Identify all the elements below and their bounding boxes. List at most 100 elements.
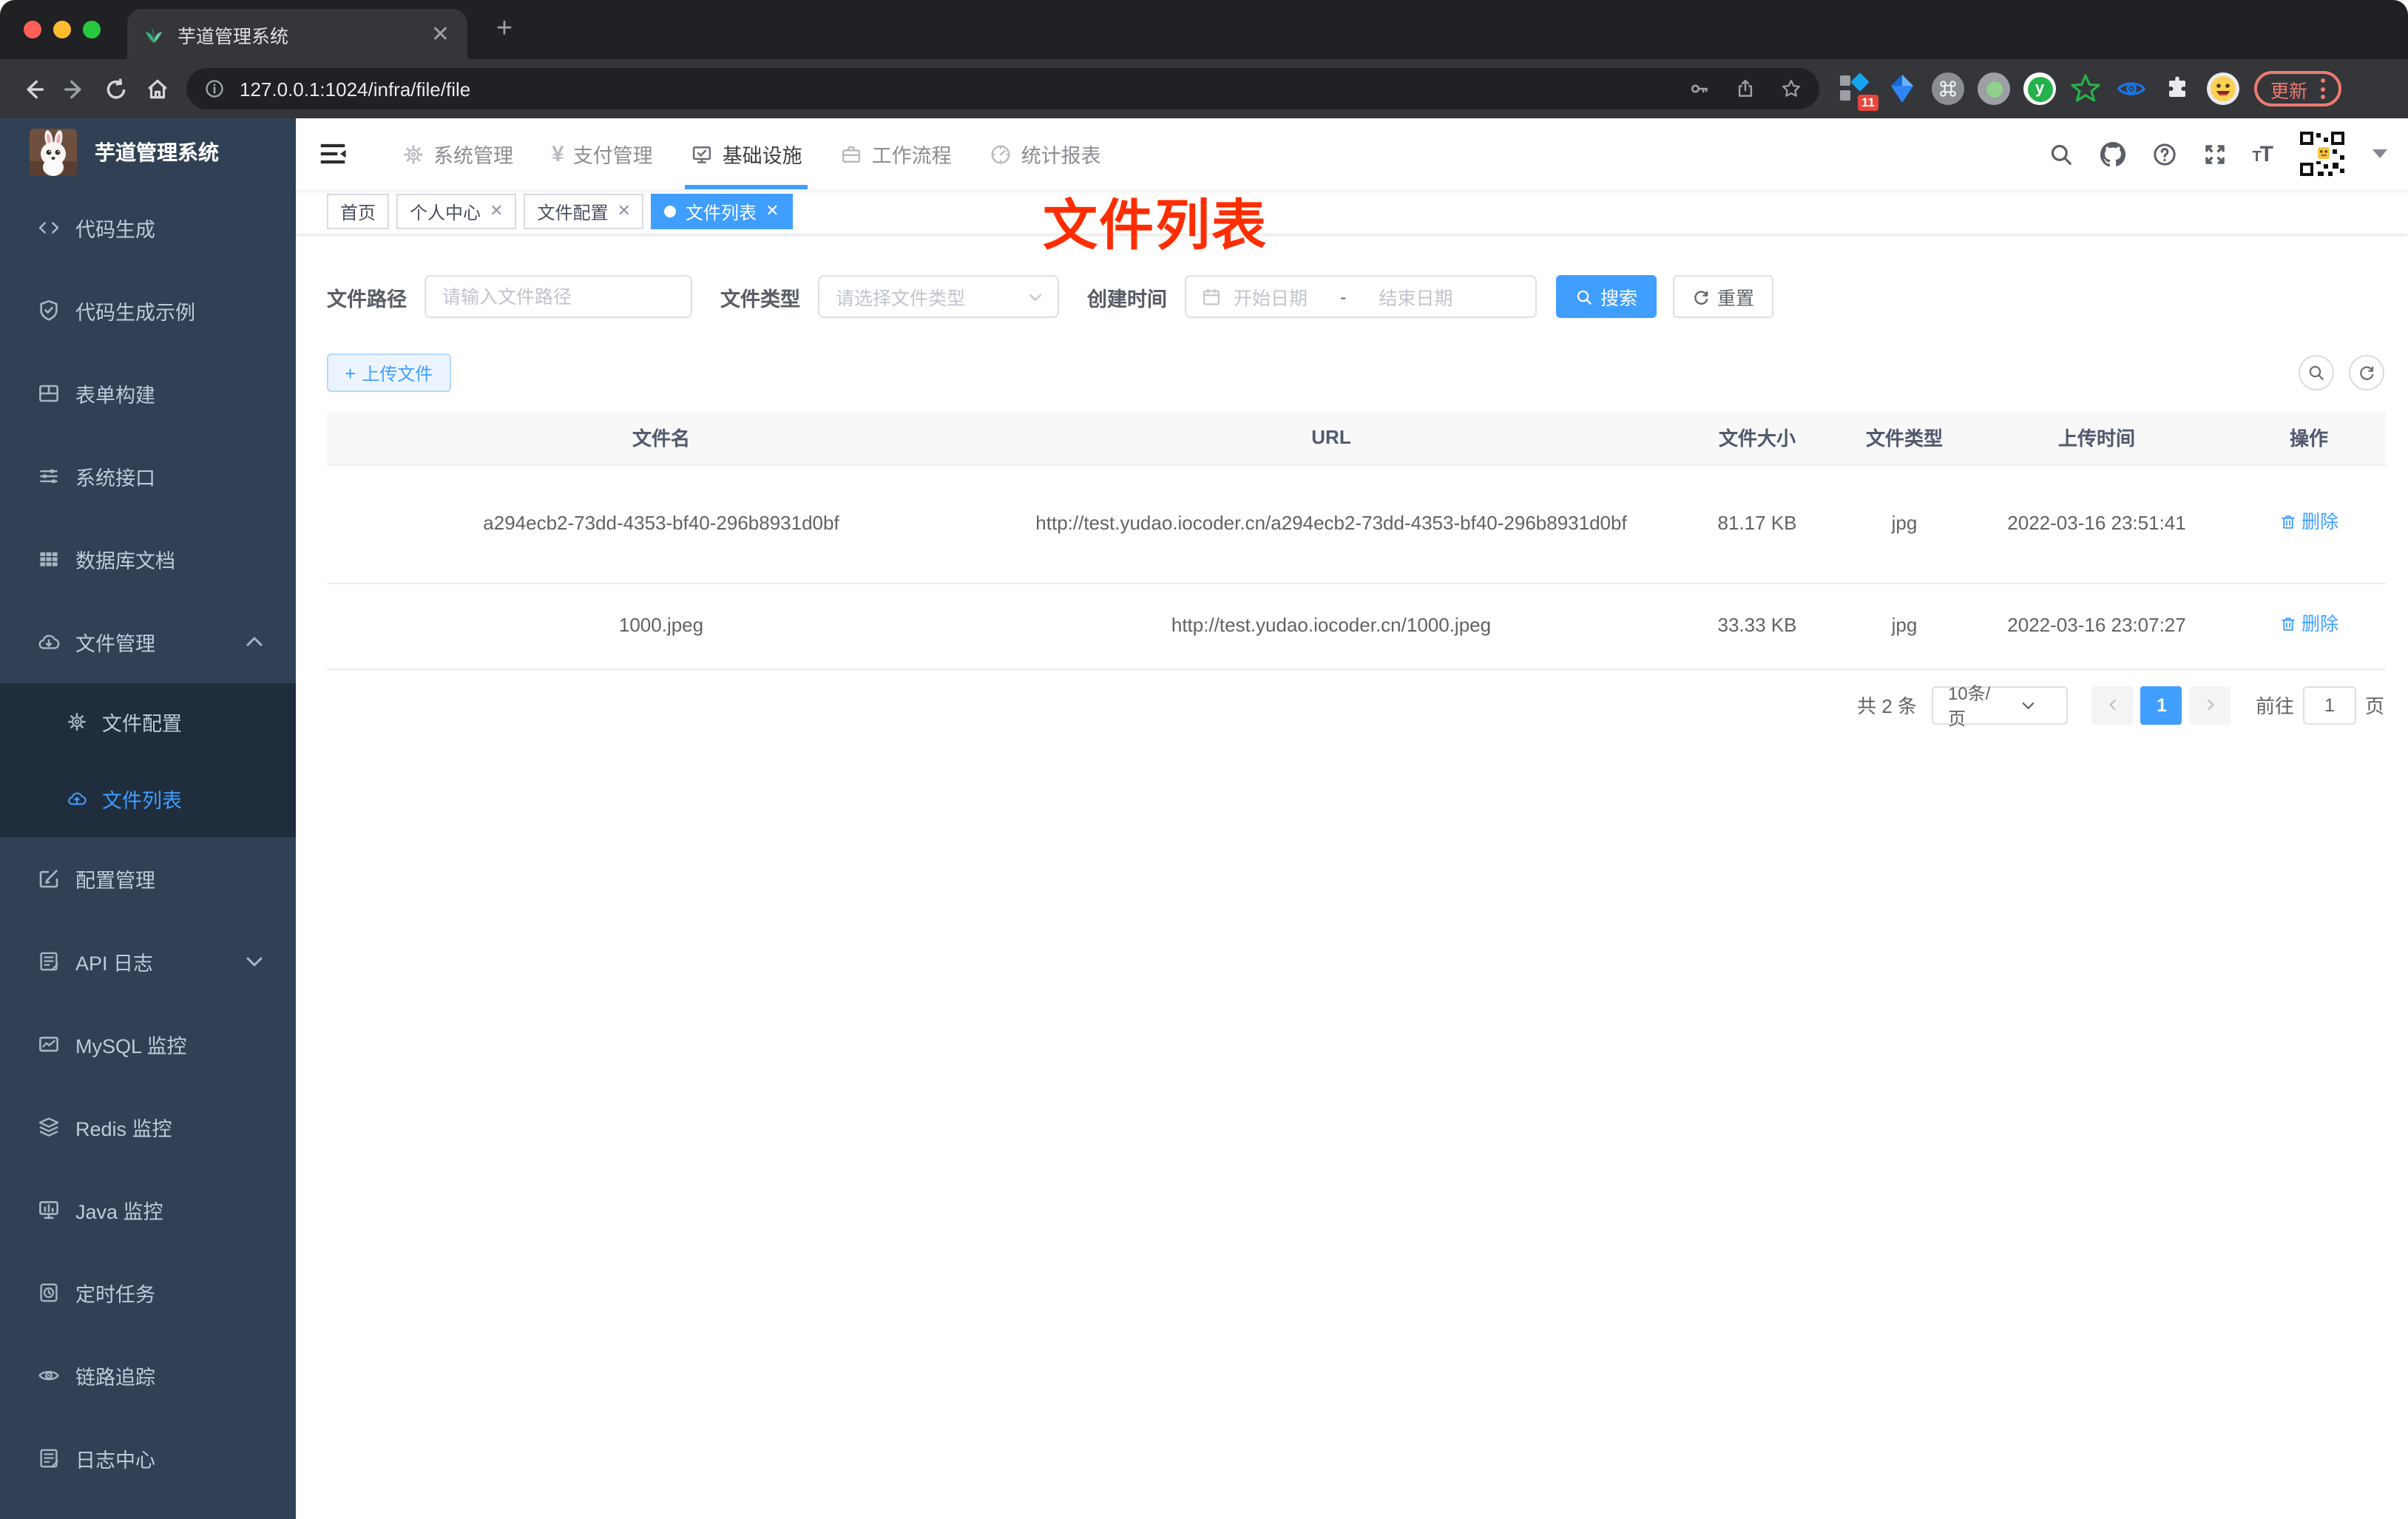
password-key-icon[interactable]	[1689, 78, 1710, 99]
browser-tab[interactable]: 芋道管理系统 ✕	[127, 9, 467, 59]
sidebar-item-file-management[interactable]: 文件管理	[0, 601, 296, 683]
cell-upload-time: 2022-03-16 23:51:41	[1961, 464, 2232, 583]
star-extension-icon[interactable]	[2069, 72, 2102, 105]
tag-file-config[interactable]: 文件配置 ✕	[524, 194, 644, 229]
tag-home[interactable]: 首页	[327, 194, 390, 229]
sidebar-item-db-doc[interactable]: 数据库文档	[0, 518, 296, 601]
sidebar-item-file-config[interactable]: 文件配置	[0, 683, 296, 760]
sidebar-item-log-center[interactable]: 日志中心	[0, 1417, 296, 1500]
address-bar[interactable]: 127.0.0.1:1024/infra/file/file	[186, 68, 1819, 109]
file-table: 文件名 URL 文件大小 文件类型 上传时间 操作 a294ecb2-73dd-…	[327, 411, 2386, 669]
url-text[interactable]: 127.0.0.1:1024/infra/file/file	[240, 78, 1664, 100]
avatar-caret-icon[interactable]	[2373, 149, 2387, 158]
tampermonkey-extension-icon[interactable]: 11	[1840, 72, 1878, 111]
tag-file-list[interactable]: 文件列表 ✕	[651, 194, 793, 229]
sidebar-item-form-builder[interactable]: 表单构建	[0, 352, 296, 435]
forward-icon	[61, 76, 87, 101]
sidebar-item-tracing[interactable]: 链路追踪	[0, 1334, 296, 1417]
chrome-update-button[interactable]: 更新	[2254, 71, 2342, 106]
file-path-input[interactable]	[425, 275, 692, 318]
start-date-placeholder[interactable]: 开始日期	[1234, 283, 1308, 311]
github-icon[interactable]	[2098, 140, 2126, 168]
profile-avatar-icon[interactable]	[2207, 72, 2239, 105]
table-tools	[2299, 355, 2384, 390]
sidebar-item-file-list[interactable]: 文件列表	[0, 760, 296, 837]
top-header: 系统管理 ¥ 支付管理 基础设施 工作流程 统计报表 TT	[296, 118, 2408, 189]
table-toolbar: + 上传文件	[327, 353, 2384, 392]
nav-item-payment[interactable]: ¥ 支付管理	[532, 118, 672, 189]
tab-close-icon[interactable]: ✕	[428, 23, 453, 45]
yudao-extension-icon[interactable]: y	[2023, 72, 2056, 105]
cell-upload-time: 2022-03-16 23:07:27	[1961, 583, 2232, 669]
font-size-icon[interactable]: TT	[2252, 141, 2273, 166]
calendar-icon	[1201, 286, 1222, 307]
share-icon[interactable]	[1735, 78, 1756, 99]
sidebar-item-java-monitor[interactable]: Java 监控	[0, 1168, 296, 1251]
sidebar-item-code-generation[interactable]: 代码生成	[0, 186, 296, 269]
end-date-placeholder[interactable]: 结束日期	[1379, 283, 1452, 311]
help-icon[interactable]	[2151, 141, 2177, 166]
goto-page-input[interactable]	[2302, 686, 2356, 724]
refresh-table-button[interactable]	[2349, 355, 2384, 390]
sidebar-item-config-management[interactable]: 配置管理	[0, 837, 296, 920]
command-extension-icon[interactable]	[1932, 72, 1964, 105]
date-separator: -	[1340, 286, 1347, 307]
refresh-icon	[2358, 364, 2375, 382]
nav-item-reports[interactable]: 统计报表	[971, 118, 1120, 189]
search-button[interactable]: 搜索	[1556, 275, 1657, 318]
close-icon[interactable]: ✕	[765, 203, 779, 220]
sidebar-item-redis-monitor[interactable]: Redis 监控	[0, 1086, 296, 1168]
sidebar-item-system-api[interactable]: 系统接口	[0, 435, 296, 518]
window-close-button[interactable]	[24, 21, 41, 38]
search-icon	[1575, 288, 1593, 305]
extensions-puzzle-icon[interactable]	[2161, 72, 2194, 105]
forward-button[interactable]	[53, 68, 95, 109]
sidebar-collapse-button[interactable]	[318, 139, 348, 169]
next-page-button[interactable]	[2189, 686, 2231, 724]
search-icon[interactable]	[2048, 141, 2073, 166]
delete-button[interactable]: 删除	[2279, 608, 2338, 640]
eye-extension-icon[interactable]	[2115, 72, 2148, 105]
sidebar-item-code-gen-example[interactable]: 代码生成示例	[0, 269, 296, 352]
date-range-picker[interactable]: 开始日期 - 结束日期	[1185, 275, 1537, 318]
nav-item-infrastructure[interactable]: 基础设施	[672, 118, 822, 189]
close-icon[interactable]: ✕	[490, 203, 503, 220]
user-avatar[interactable]	[2297, 129, 2347, 179]
sidebar-item-mysql-monitor[interactable]: MySQL 监控	[0, 1003, 296, 1086]
back-button[interactable]	[12, 68, 53, 109]
sidebar-logo[interactable]: 芋道管理系统	[0, 118, 296, 186]
home-button[interactable]	[136, 68, 177, 109]
recorder-extension-icon[interactable]	[1978, 72, 2010, 105]
delete-button[interactable]: 删除	[2279, 506, 2338, 538]
col-url: URL	[995, 411, 1667, 465]
bookmark-star-icon[interactable]	[1781, 78, 1802, 99]
page-number-active[interactable]: 1	[2140, 686, 2182, 724]
sidebar-item-api-log[interactable]: API 日志	[0, 920, 296, 1003]
window-minimize-button[interactable]	[53, 21, 71, 38]
tab-title: 芋道管理系统	[177, 26, 289, 47]
upload-file-button[interactable]: + 上传文件	[327, 353, 451, 392]
prev-page-button[interactable]	[2091, 686, 2134, 724]
site-info-icon[interactable]	[204, 78, 225, 99]
tag-profile[interactable]: 个人中心 ✕	[396, 194, 517, 229]
kite-extension-icon[interactable]	[1886, 72, 1918, 105]
window-zoom-button[interactable]	[83, 21, 101, 38]
sidebar: 芋道管理系统 代码生成 代码生成示例 表单构建 系统接口 数据库文档 文件管理 …	[0, 118, 296, 1519]
toggle-search-button[interactable]	[2299, 355, 2334, 390]
file-type-select[interactable]: 请选择文件类型	[818, 275, 1059, 318]
nav-item-system[interactable]: 系统管理	[383, 118, 532, 189]
plus-icon: +	[345, 362, 356, 384]
close-icon[interactable]: ✕	[618, 203, 631, 220]
macos-traffic-lights	[24, 21, 101, 38]
nav-item-workflow[interactable]: 工作流程	[822, 118, 971, 189]
sidebar-item-scheduled-tasks[interactable]: 定时任务	[0, 1251, 296, 1334]
col-file-type: 文件类型	[1847, 411, 1961, 465]
reload-button[interactable]	[95, 68, 136, 109]
browser-window: 芋道管理系统 ✕ + 127.0.0.1:1024/infra/file/fil…	[0, 0, 2408, 1519]
reset-button[interactable]: 重置	[1673, 275, 1774, 318]
browser-menu-icon[interactable]	[2321, 78, 2326, 99]
page-size-select[interactable]: 10条/页	[1931, 683, 2068, 728]
fullscreen-icon[interactable]	[2202, 141, 2227, 166]
code-icon	[37, 216, 61, 240]
new-tab-button[interactable]: +	[488, 14, 521, 47]
